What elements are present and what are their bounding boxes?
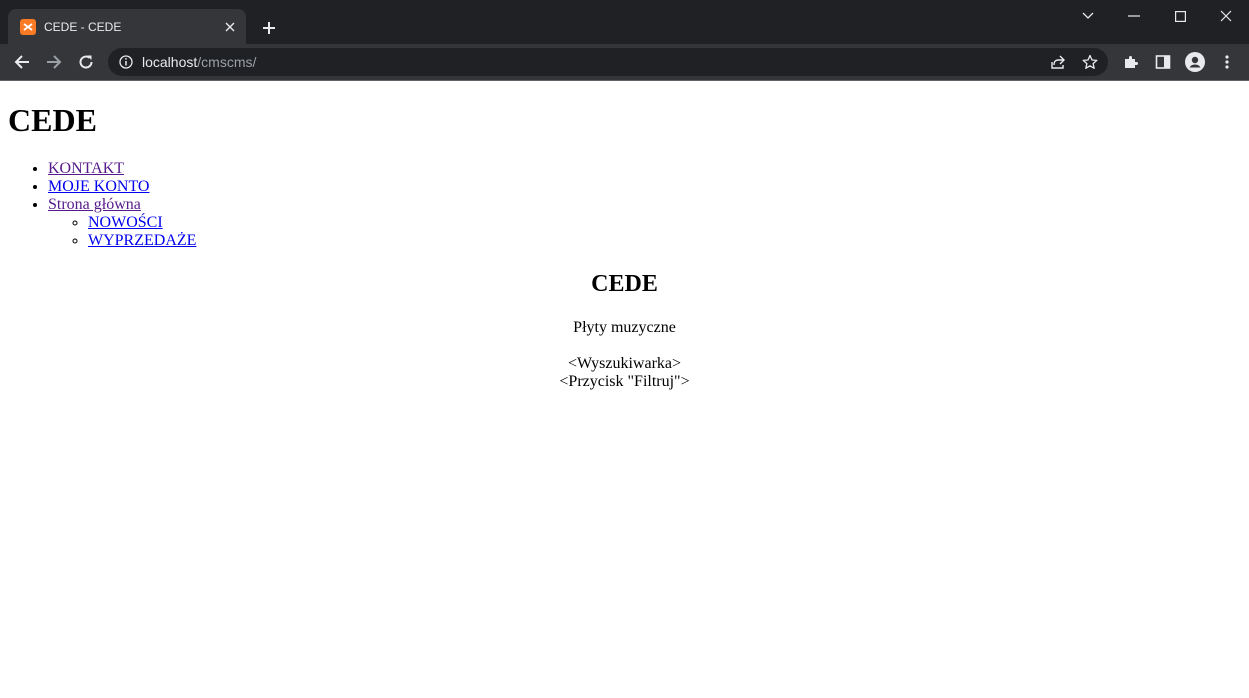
link-nowosci[interactable]: NOWOŚCI [88, 214, 163, 231]
submenu-item-wyprzedaze: WYPRZEDAŻE [88, 232, 196, 250]
share-icon[interactable] [1048, 52, 1068, 72]
page-content: CEDE KONTAKT MOJE KONTO Strona główna NO… [0, 81, 1249, 698]
window-close-icon[interactable] [1203, 0, 1249, 32]
menu-item-strona-glowna: Strona główna NOWOŚCI WYPRZEDAŻE [48, 196, 196, 250]
menu-item-moje-konto: MOJE KONTO [48, 178, 196, 196]
submenu: NOWOŚCI WYPRZEDAŻE [48, 214, 196, 250]
main-menu: KONTAKT MOJE KONTO Strona główna NOWOŚCI… [0, 160, 196, 250]
main-content: CEDE Płyty muzyczne <Wyszukiwarka> <Przy… [0, 270, 1249, 391]
tab-title: CEDE - CEDE [44, 19, 122, 34]
info-icon[interactable] [118, 54, 134, 70]
placeholders-block: <Wyszukiwarka> <Przycisk "Filtruj"> [0, 355, 1249, 391]
site-title: CEDE [8, 102, 97, 138]
menu-item-kontakt: KONTAKT [48, 160, 196, 178]
link-moje-konto[interactable]: MOJE KONTO [48, 178, 149, 195]
star-icon[interactable] [1080, 52, 1100, 72]
url-host: localhost [142, 54, 198, 70]
close-icon[interactable] [222, 19, 238, 35]
xampp-favicon [20, 18, 36, 35]
browser-titlebar: CEDE - CEDE [0, 0, 1249, 44]
minimize-icon[interactable] [1111, 0, 1157, 32]
maximize-icon[interactable] [1157, 0, 1203, 32]
extensions-icon[interactable] [1121, 52, 1141, 72]
link-kontakt[interactable]: KONTAKT [48, 160, 124, 177]
browser-toolbar: localhost/cmscms/ [0, 44, 1249, 81]
link-strona-glowna[interactable]: Strona główna [48, 196, 141, 213]
url-path: /cmscms/ [197, 54, 257, 70]
page-heading: CEDE [591, 271, 658, 297]
page-subtitle: Płyty muzyczne [573, 319, 676, 336]
plus-icon[interactable] [258, 17, 280, 39]
search-placeholder-text: <Wyszukiwarka> [567, 355, 682, 372]
filter-placeholder-text: <Przycisk "Filtruj"> [559, 373, 690, 390]
link-wyprzedaze[interactable]: WYPRZEDAŻE [88, 232, 196, 249]
browser-tab[interactable]: CEDE - CEDE [8, 9, 246, 44]
profile-icon[interactable] [1185, 52, 1205, 72]
reload-icon[interactable] [72, 48, 100, 76]
submenu-item-nowosci: NOWOŚCI [88, 214, 196, 232]
address-bar[interactable]: localhost/cmscms/ [108, 48, 1108, 76]
sidepanel-icon[interactable] [1153, 52, 1173, 72]
url-text: localhost/cmscms/ [142, 54, 256, 70]
chevron-down-icon[interactable] [1065, 0, 1111, 32]
back-arrow-icon[interactable] [8, 48, 36, 76]
kebab-menu-icon[interactable] [1217, 52, 1237, 72]
forward-arrow-icon[interactable] [40, 48, 68, 76]
